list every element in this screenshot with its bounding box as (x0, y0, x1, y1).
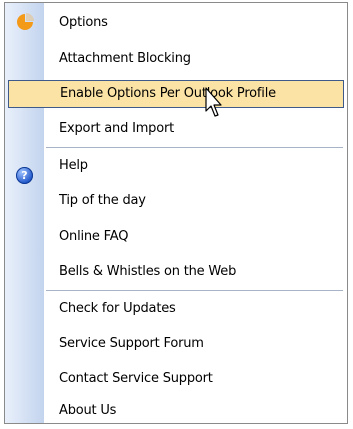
mouse-cursor-icon (205, 87, 222, 117)
menu-item-bells-and-whistles[interactable]: Bells & Whistles on the Web (46, 258, 344, 286)
app-logo-icon (17, 13, 34, 30)
menu-item-about-us[interactable]: About Us (46, 397, 344, 425)
menu-item-export-and-import[interactable]: Export and Import (46, 115, 344, 143)
menu-item-tip-of-the-day[interactable]: Tip of the day (46, 187, 344, 215)
menu-item-online-faq[interactable]: Online FAQ (46, 223, 344, 251)
menu-item-label: Contact Service Support (59, 371, 213, 386)
menu-item-label: Check for Updates (59, 301, 176, 316)
menu-item-label: Export and Import (59, 121, 175, 136)
menu-item-label: Help (59, 158, 88, 173)
menu-separator (46, 290, 343, 291)
menu-item-attachment-blocking[interactable]: Attachment Blocking (46, 45, 344, 73)
menu-item-label: Enable Options Per Outlook Profile (60, 86, 276, 101)
menu-item-enable-options-per-outlook-profile[interactable]: Enable Options Per Outlook Profile (8, 80, 344, 108)
menu-item-label: About Us (59, 403, 117, 418)
menu-item-label: Tip of the day (59, 193, 146, 208)
menu-item-service-support-forum[interactable]: Service Support Forum (46, 330, 344, 358)
menu-item-check-for-updates[interactable]: Check for Updates (46, 295, 344, 323)
menu-item-label: Attachment Blocking (59, 51, 191, 66)
context-menu: Options Attachment Blocking Enable Optio… (4, 2, 348, 424)
menu-item-label: Online FAQ (59, 229, 129, 244)
menu-item-options[interactable]: Options (46, 9, 344, 37)
menu-item-label: Service Support Forum (59, 336, 204, 351)
menu-icon-gutter (5, 3, 44, 423)
menu-item-label: Bells & Whistles on the Web (59, 264, 237, 279)
menu-item-label: Options (59, 15, 108, 30)
help-icon: ? (16, 167, 33, 184)
menu-separator (46, 147, 343, 148)
menu-item-help[interactable]: Help (46, 152, 344, 180)
menu-item-contact-service-support[interactable]: Contact Service Support (46, 365, 344, 393)
